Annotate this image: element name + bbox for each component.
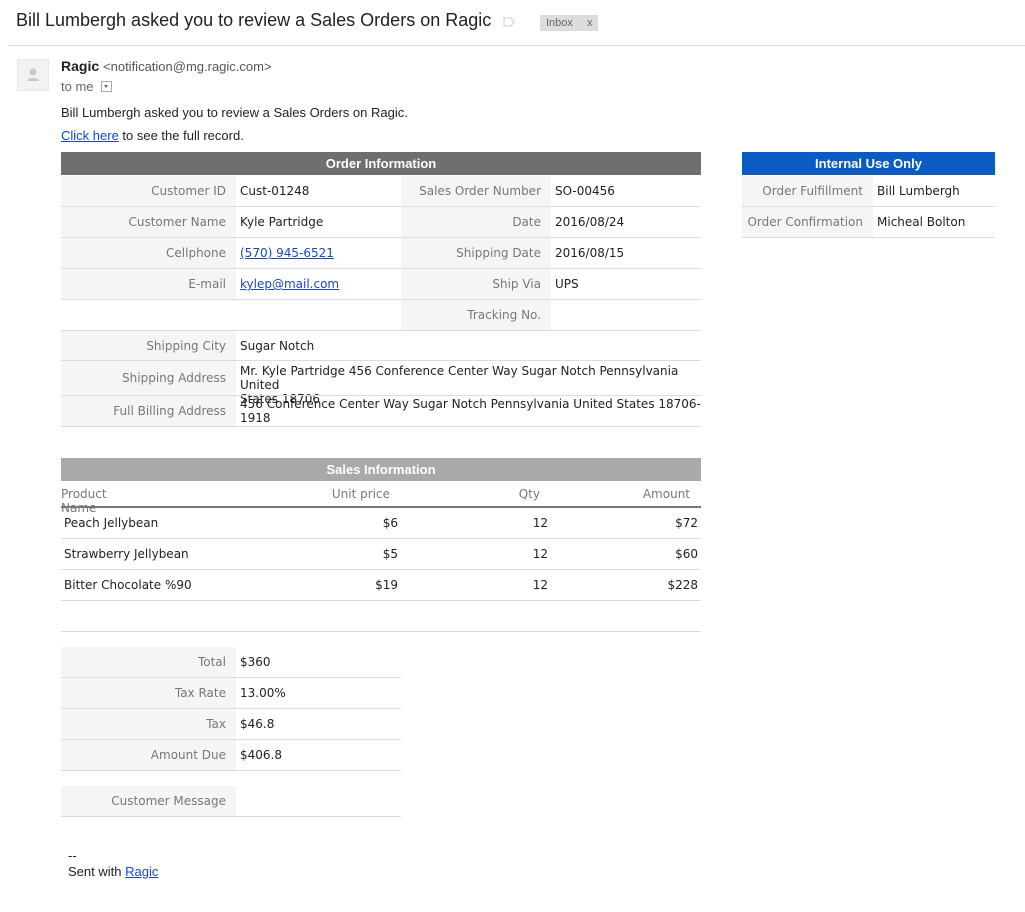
unit-price: $19 [375, 578, 398, 592]
sender: Ragic <notification@mg.ragic.com> [61, 58, 272, 74]
sender-email: <notification@mg.ragic.com> [103, 59, 272, 74]
message-link-line: Click here to see the full record. [61, 128, 244, 143]
email-subject: Bill Lumbergh asked you to review a Sale… [16, 10, 492, 30]
date-label: Date [401, 207, 551, 237]
shipping-address-line-1: Mr. Kyle Partridge 456 Conference Center… [240, 364, 679, 392]
row-divider [61, 538, 701, 539]
message-intro: Bill Lumbergh asked you to review a Sale… [61, 105, 408, 120]
product-name: Bitter Chocolate %90 [64, 578, 192, 592]
tax-label: Tax [61, 709, 236, 739]
row-divider [61, 569, 701, 570]
email-value: kylep@mail.com [236, 269, 401, 299]
signature: -- Sent with Ragic [68, 848, 158, 880]
customer-name-value: Kyle Partridge [240, 215, 324, 229]
row-divider [61, 816, 401, 817]
internal-use-header: Internal Use Only [742, 152, 995, 175]
label-icon[interactable] [503, 17, 515, 27]
col-product-name: Product Name [61, 487, 107, 515]
sender-name: Ragic [61, 58, 100, 74]
fulfillment-label: Order Fulfillment [742, 176, 873, 206]
billing-address-value: 456 Conference Center Way Sugar Notch Pe… [240, 397, 701, 425]
amount-due-value: $406.8 [240, 748, 282, 762]
col-unit-price: Unit price [331, 487, 390, 501]
shipping-city-label: Shipping City [61, 331, 236, 360]
product-name: Peach Jellybean [64, 516, 159, 530]
sales-header-underline [61, 506, 701, 508]
shipping-city-value: Sugar Notch [240, 338, 315, 353]
header-divider [8, 45, 1025, 46]
qty: 12 [532, 516, 548, 530]
total-value: $360 [240, 655, 271, 669]
billing-address-label: Full Billing Address [61, 396, 236, 426]
row-divider [61, 600, 701, 601]
shipping-date-value: 2016/08/15 [555, 246, 625, 260]
so-number-value: SO-00456 [555, 184, 615, 198]
tax-rate-label: Tax Rate [61, 678, 236, 708]
amount: $72 [675, 516, 698, 530]
customer-id-value: Cust-01248 [240, 184, 310, 198]
product-name: Strawberry Jellybean [64, 547, 189, 561]
tax-rate-value: 13.00% [240, 686, 286, 700]
sales-info-header: Sales Information [61, 458, 701, 481]
ragic-link[interactable]: Ragic [125, 864, 158, 879]
col-amount: Amount [642, 487, 690, 501]
row-divider [61, 426, 701, 427]
email-link[interactable]: kylep@mail.com [240, 277, 339, 291]
order-info-header: Order Information [61, 152, 701, 175]
unit-price: $5 [382, 547, 398, 561]
link-suffix: to see the full record. [118, 128, 244, 143]
customer-message-value [236, 786, 401, 816]
click-here-link[interactable]: Click here [61, 128, 119, 143]
qty: 12 [532, 578, 548, 592]
tax-value: $46.8 [240, 717, 275, 731]
ship-via-value: UPS [555, 277, 579, 291]
cellphone-value: (570) 945-6521 [236, 238, 401, 268]
customer-message-label: Customer Message [61, 786, 236, 816]
remove-label-button[interactable]: x [587, 15, 593, 31]
unit-price: $6 [382, 516, 398, 530]
ship-via-label: Ship Via [401, 269, 551, 299]
row-divider [742, 237, 995, 238]
inbox-label-chip[interactable]: Inbox x [540, 15, 598, 31]
shipping-address-value: Mr. Kyle Partridge 456 Conference Center… [236, 364, 701, 406]
row-divider [61, 299, 401, 300]
row-divider [61, 770, 401, 771]
recipient: to me [61, 79, 113, 94]
date-value: 2016/08/24 [555, 215, 625, 229]
so-number-label: Sales Order Number [401, 176, 551, 206]
chevron-down-icon[interactable] [101, 81, 113, 92]
qty: 12 [532, 547, 548, 561]
fulfillment-value: Bill Lumbergh [877, 184, 960, 198]
confirmation-label: Order Confirmation [742, 207, 873, 237]
customer-name-label: Customer Name [61, 207, 236, 237]
avatar [17, 59, 49, 91]
tracking-label: Tracking No. [401, 300, 551, 330]
cellphone-label: Cellphone [61, 238, 236, 268]
inbox-label-text: Inbox [546, 17, 573, 29]
confirmation-value: Micheal Bolton [877, 215, 966, 229]
amount-due-label: Amount Due [61, 740, 236, 770]
customer-id-label: Customer ID [61, 176, 236, 206]
col-qty: Qty [518, 487, 540, 501]
shipping-address-label: Shipping Address [61, 361, 236, 395]
email-label: E-mail [61, 269, 236, 299]
signature-prefix: Sent with [68, 864, 126, 879]
signature-dash: -- [68, 848, 77, 863]
person-icon [27, 68, 39, 81]
total-label: Total [61, 647, 236, 677]
tracking-value [551, 300, 701, 330]
recipient-label: to me [61, 79, 94, 94]
section-divider [61, 631, 701, 632]
amount: $228 [667, 578, 698, 592]
shipping-date-label: Shipping Date [401, 238, 551, 268]
cellphone-link[interactable]: (570) 945-6521 [240, 246, 334, 260]
amount: $60 [675, 547, 698, 561]
